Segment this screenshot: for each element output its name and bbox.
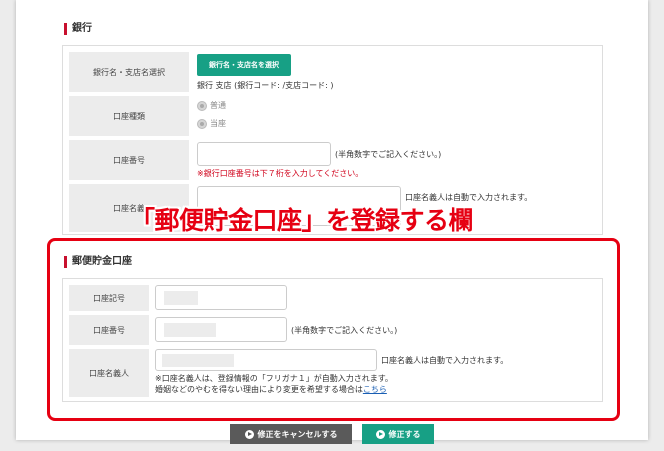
bank-select-label: 銀行名・支店名選択: [69, 52, 189, 92]
row-bank-select: 銀行名・支店名選択 銀行名・支店名を選択 銀行 支店 (銀行コード: /支店コー…: [69, 52, 596, 92]
radio-toza-label: 当座: [210, 119, 226, 128]
bank-account-number-hint: (半角数字でご記入ください。): [335, 150, 442, 159]
row-bank-account-number: 口座番号 (半角数字でご記入ください。) ※銀行口座番号は下７桁を入力してくださ…: [69, 140, 596, 180]
bank-account-number-input[interactable]: [197, 142, 331, 166]
submit-button-label: 修正する: [388, 429, 421, 439]
arrow-circle-icon: [375, 429, 385, 439]
cancel-button-label: 修正をキャンセルする: [257, 429, 338, 439]
bank-account-number-warning: ※銀行口座番号は下７桁を入力してください。: [197, 169, 364, 178]
highlight-frame: [47, 238, 620, 421]
arrow-circle-icon: [244, 429, 254, 439]
row-account-type: 口座種類 普通 当座: [69, 96, 596, 136]
account-type-label: 口座種類: [69, 96, 189, 136]
radio-dot-icon: [197, 118, 207, 129]
submit-button[interactable]: 修正する: [362, 424, 434, 444]
radio-dot-icon: [197, 100, 207, 111]
callout-annotation: 「郵便貯金口座」を登録する欄: [130, 206, 474, 235]
bank-section-title: 銀行: [64, 23, 92, 35]
cancel-button[interactable]: 修正をキャンセルする: [230, 424, 352, 444]
radio-futsu-label: 普通: [210, 101, 226, 110]
bank-info-text: 銀行 支店 (銀行コード: /支店コード: ): [197, 81, 334, 90]
radio-futsu[interactable]: 普通: [197, 100, 226, 111]
radio-toza[interactable]: 当座: [197, 118, 226, 129]
bank-account-number-label: 口座番号: [69, 140, 189, 180]
select-bank-button[interactable]: 銀行名・支店名を選択: [197, 54, 291, 76]
